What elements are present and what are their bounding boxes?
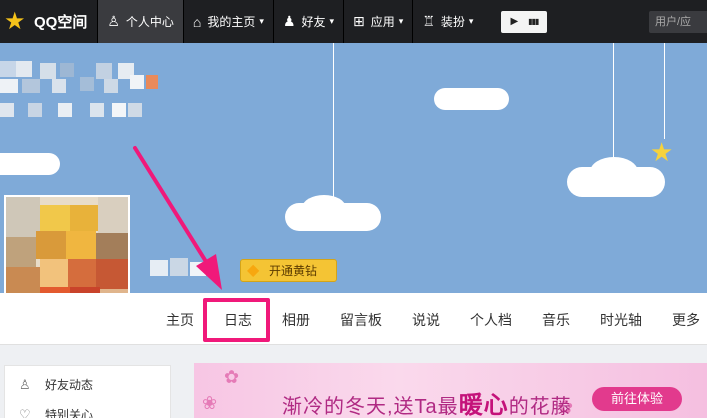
flower-decoration-icon: ❀ [202,393,218,413]
hanging-string [333,43,334,198]
blog-tab-highlight-box [203,298,270,342]
tab-album[interactable]: 相册 [282,310,310,330]
hanging-string [613,43,614,161]
blurred-nickname [0,61,170,121]
volume-bars-icon: ▮▮▮ [528,17,539,26]
tab-more[interactable]: 更多 [672,310,700,330]
sidebar-item-special-care[interactable]: ♡ 特别关心 [19,406,93,418]
home-icon: ⌂ [192,13,202,30]
cloud-decoration [302,195,346,221]
music-player-widget[interactable]: ▶ ▮▮▮ [501,10,548,33]
profile-tab-bar: 主页 日志 相册 留言板 说说 个人档 音乐 时光轴 更多 [0,293,707,345]
try-now-button[interactable]: 前往体验 [592,387,682,411]
sidebar-item-friend-feed[interactable]: ♙ 好友动态 [19,376,93,393]
chevron-down-icon: ▾ [468,16,474,26]
open-yellow-diamond-button[interactable]: ◆ 开通黄钻 [240,259,337,282]
tab-timeline[interactable]: 时光轴 [600,310,642,330]
star-logo-icon: ★ [4,7,26,35]
chevron-down-icon: ▾ [329,16,335,26]
cloud-decoration [0,153,60,175]
banner-headline: 渐冷的冬天,送Ta最暖心的花藤 [282,385,572,418]
left-sidebar: ♙ 好友动态 ♡ 特别关心 [4,365,171,418]
blurred-username [150,258,216,278]
tab-music[interactable]: 音乐 [542,310,570,330]
tab-guestbook[interactable]: 留言板 [340,310,382,330]
heart-icon: ♡ [19,406,31,418]
cloud-decoration [590,157,638,187]
banner-text-part: 的花藤 [508,396,572,418]
nav-label: 个人中心 [125,15,174,29]
user-icon: ♙ [107,13,120,29]
nav-friends[interactable]: ♟ 好友 ▾ [272,0,343,43]
nav-personal-center[interactable]: ♙ 个人中心 [97,0,183,43]
diamond-icon: ◆ [247,261,260,279]
cloud-decoration [434,88,509,110]
nav-decorate[interactable]: ♖ 装扮 ▾ [412,0,482,43]
banner-text-emphasis: 暖心 [458,392,509,418]
tab-moments[interactable]: 说说 [412,310,440,330]
promo-banner[interactable]: ✿ ❀ ✿ 渐冷的冬天,送Ta最暖心的花藤 前往体验 [194,363,707,418]
user-search-box[interactable]: 用户/应 [649,11,707,33]
nav-label: 应用 [370,15,395,29]
qzone-logo[interactable]: ★ QQ空间 [0,0,97,43]
flower-decoration-icon: ✿ [224,367,240,387]
apps-icon: ⊞ [353,13,365,29]
tab-profile[interactable]: 个人档 [470,310,512,330]
banner-text-part: 渐冷的冬天,送Ta最 [282,396,459,418]
nav-my-homepage[interactable]: ⌂ 我的主页 ▾ [182,0,273,43]
logo-text: QQ空间 [34,14,88,31]
person-outline-icon: ♙ [19,376,31,392]
friends-icon: ♟ [282,13,296,29]
sidebar-item-label: 特别关心 [45,408,94,418]
star-decoration-icon: ★ [650,137,674,167]
chevron-down-icon: ▾ [259,16,264,26]
nav-apps[interactable]: ⊞ 应用 ▾ [343,0,412,43]
chevron-down-icon: ▾ [398,16,404,26]
vip-button-label: 开通黄钻 [269,264,318,278]
tab-home[interactable]: 主页 [166,310,194,330]
nav-label: 装扮 [440,15,465,29]
sidebar-item-label: 好友动态 [45,378,94,392]
nav-label: 好友 [301,15,326,29]
shirt-icon: ♖ [422,13,435,29]
play-icon[interactable]: ▶ [510,16,518,27]
top-navigation-bar: ★ QQ空间 ♙ 个人中心 ⌂ 我的主页 ▾ ♟ 好友 ▾ ⊞ 应用 ▾ ♖ 装… [0,0,707,43]
nav-label: 我的主页 [207,15,256,29]
hanging-string [664,43,665,139]
